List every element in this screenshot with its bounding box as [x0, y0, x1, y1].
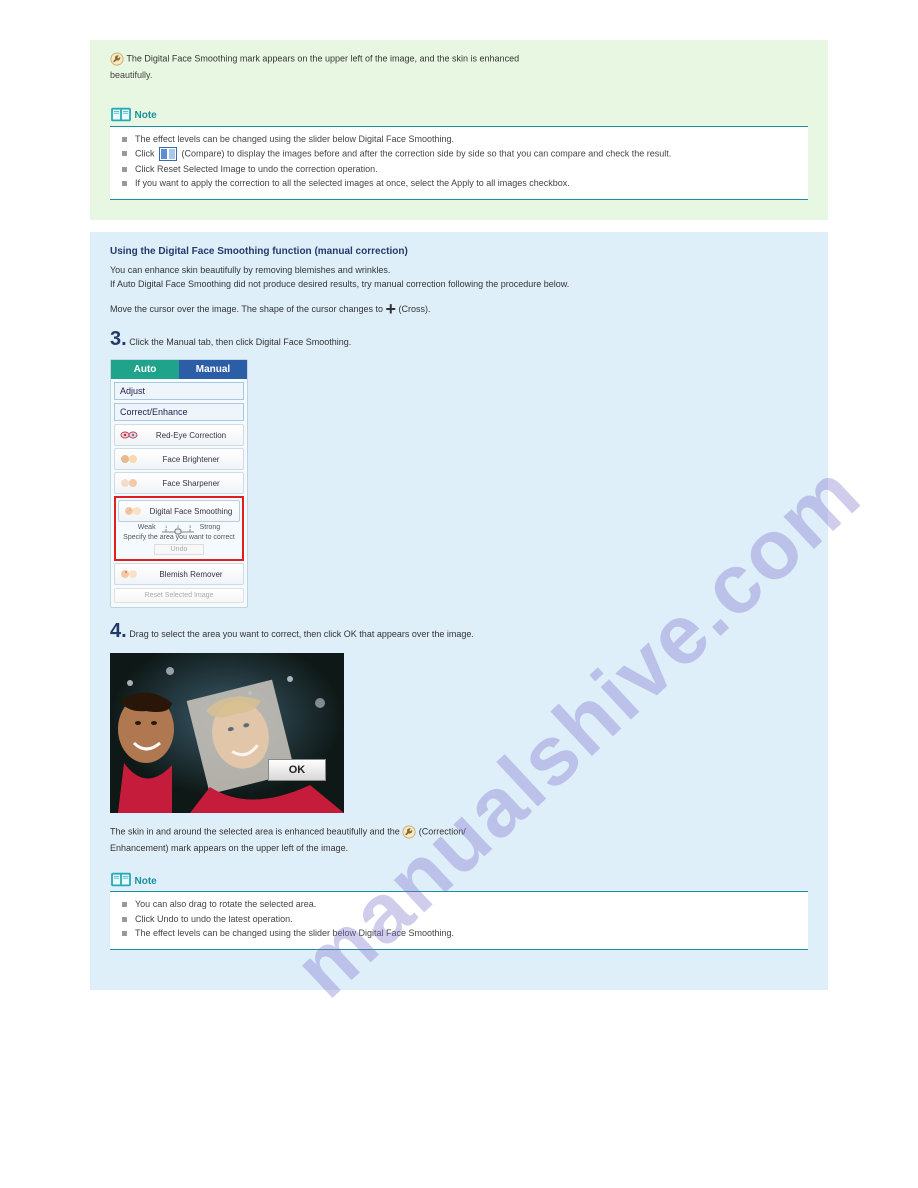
svg-text:1: 1: [165, 525, 168, 529]
face-sharpener-button[interactable]: Face Sharpener: [114, 472, 244, 494]
undo-button[interactable]: Undo: [154, 544, 204, 555]
correction-panel: Auto Manual Adjust Correct/Enhance Red-E…: [110, 359, 248, 608]
manual-desc2: If Auto Digital Face Smoothing did not p…: [110, 279, 808, 289]
selected-smoothing-area: Digital Face Smoothing Weak 123 Strong S…: [114, 496, 244, 561]
step4-result-2: Enhancement) mark appears on the upper l…: [110, 843, 808, 853]
blemish-remover-button[interactable]: Blemish Remover: [114, 563, 244, 585]
bullet-icon: [122, 902, 127, 907]
bullet-icon: [122, 167, 127, 172]
section-adjust[interactable]: Adjust: [114, 382, 244, 400]
note-bullet: The effect levels can be changed using t…: [122, 927, 808, 939]
bullet-icon: [122, 931, 127, 936]
face-brightener-button[interactable]: Face Brightener: [114, 448, 244, 470]
note-book-icon: [110, 871, 132, 889]
section-correct-enhance[interactable]: Correct/Enhance: [114, 403, 244, 421]
section-manual: manualshive.com Using the Digital Face S…: [90, 232, 828, 989]
note-book-icon: [110, 106, 132, 124]
manual-desc1: You can enhance skin beautifully by remo…: [110, 265, 808, 275]
blemish-icon: [119, 567, 139, 581]
step-3-desc: Click the Manual tab, then click Digital…: [129, 337, 351, 347]
tab-manual[interactable]: Manual: [179, 360, 247, 379]
note-block-manual: Note You can also drag to rotate the sel…: [110, 871, 808, 949]
wrench-mark-icon: [110, 52, 124, 66]
digital-face-smoothing-button[interactable]: Digital Face Smoothing: [118, 500, 240, 522]
section-auto-note: The Digital Face Smoothing mark appears …: [90, 40, 828, 220]
step4-result: The skin in and around the selected area…: [110, 825, 808, 839]
bullet-icon: [122, 137, 127, 142]
face-sharpener-icon: [119, 476, 139, 490]
note-bullet: Click Reset Selected Image to undo the c…: [122, 163, 808, 175]
cursor-change-line: Move the cursor over the image. The shap…: [110, 299, 808, 320]
note-label: Note: [135, 876, 157, 887]
photo-illustration: [110, 653, 344, 813]
compare-icon: [159, 147, 177, 161]
note-bullet: Click Undo to undo the latest operation.: [122, 913, 808, 925]
bullet-icon: [122, 181, 127, 186]
manual-heading: Using the Digital Face Smoothing functio…: [110, 246, 808, 257]
note-bullet: The effect levels can be changed using t…: [122, 133, 808, 145]
note-block: Note The effect levels can be changed us…: [110, 106, 808, 200]
step-3-number: 3.: [110, 328, 127, 350]
bullet-icon: [122, 151, 127, 156]
wrench-mark-icon: [402, 825, 416, 839]
svg-text:3: 3: [189, 525, 192, 529]
note-bullet: You can also drag to rotate the selected…: [122, 898, 808, 910]
note-bullet: Click (Compare) to display the images be…: [122, 147, 808, 161]
reset-selected-image-button[interactable]: Reset Selected Image: [114, 588, 244, 603]
step-4-desc: Drag to select the area you want to corr…: [129, 629, 474, 639]
step3-result-line2: beautifully.: [110, 70, 808, 80]
cross-cursor-icon: +: [385, 299, 396, 320]
red-eye-icon: [119, 428, 139, 442]
face-brightener-icon: [119, 452, 139, 466]
note-bullet: If you want to apply the correction to a…: [122, 177, 808, 189]
slider-track[interactable]: 1 2 3: [160, 525, 196, 531]
step3-result-line1: The Digital Face Smoothing mark appears …: [110, 52, 808, 66]
effect-slider[interactable]: Weak 123 Strong: [118, 522, 240, 533]
step-4-number: 4.: [110, 620, 127, 642]
ok-button[interactable]: OK: [268, 759, 326, 781]
sample-photo: OK: [110, 653, 344, 813]
red-eye-correction-button[interactable]: Red-Eye Correction: [114, 424, 244, 446]
smoothing-icon: [123, 504, 143, 518]
tab-auto[interactable]: Auto: [111, 360, 179, 379]
note-label: Note: [135, 110, 157, 121]
svg-text:2: 2: [177, 525, 180, 529]
bullet-icon: [122, 917, 127, 922]
